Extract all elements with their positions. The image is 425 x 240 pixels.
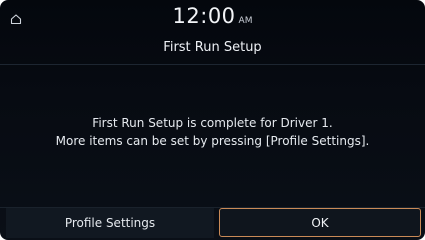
profile-settings-button[interactable]: Profile Settings: [6, 208, 214, 238]
message-line-1: First Run Setup is complete for Driver 1…: [92, 116, 333, 130]
ok-button[interactable]: OK: [219, 208, 421, 237]
infotainment-screen: 12:00 AM First Run Setup First Run Setup …: [0, 0, 425, 240]
ok-label: OK: [311, 215, 329, 230]
message-line-2: More items can be set by pressing [Profi…: [55, 134, 370, 148]
screen-title: First Run Setup: [163, 40, 262, 55]
header-divider: [0, 64, 425, 65]
clock-ampm: AM: [238, 16, 253, 26]
setup-message: First Run Setup is complete for Driver 1…: [0, 114, 425, 150]
clock-time: 12:00: [172, 4, 236, 28]
clock: 12:00 AM: [0, 4, 425, 28]
profile-settings-label: Profile Settings: [64, 216, 156, 230]
